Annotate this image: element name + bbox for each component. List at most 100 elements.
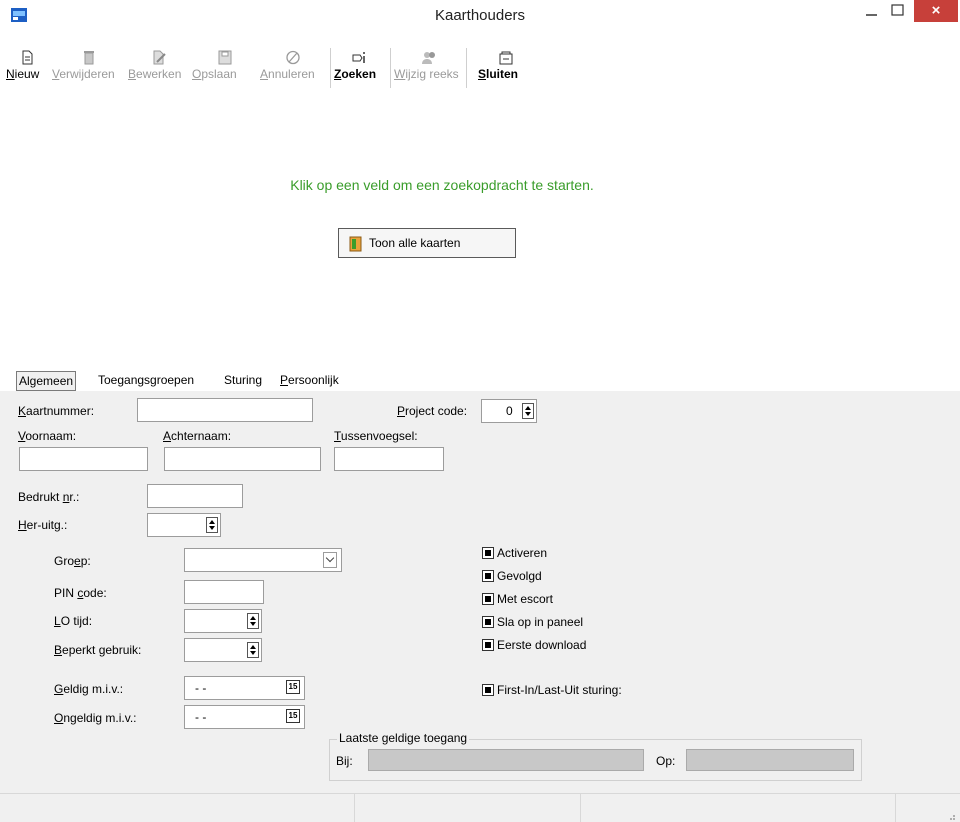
annuleren-button[interactable]: Annuleren [260, 44, 326, 90]
wijzig-reeks-label: ijzig reeks [405, 67, 459, 81]
calendar-icon[interactable]: 15 [286, 680, 300, 694]
tab-persoonlijk[interactable]: Persoonlijk [278, 371, 341, 391]
bedrukt-nr-label: Bedrukt nr.: [18, 490, 80, 504]
tussenvoegsel-field[interactable] [334, 447, 444, 471]
achternaam-field[interactable] [164, 447, 321, 471]
delete-icon [81, 50, 97, 65]
op-field [686, 749, 854, 771]
laatste-toegang-title: Laatste geldige toegang [337, 731, 470, 745]
users-icon [421, 50, 437, 65]
show-all-cards-button[interactable]: Toon alle kaarten [338, 228, 516, 258]
her-uitg-label: Her-uitg.: [18, 518, 68, 532]
title-bar: Kaarthouders × [0, 0, 960, 32]
eerste-download-label: Eerste download [497, 638, 587, 652]
kaartnummer-field[interactable] [137, 398, 313, 422]
cards-icon [349, 236, 362, 252]
met-escort-label: Met escort [497, 592, 554, 606]
project-code-field[interactable]: 0 [481, 399, 537, 423]
status-bar [0, 793, 960, 822]
nieuw-accel: N [6, 67, 15, 81]
persoonlijk-label: ersoonlijk [288, 373, 339, 387]
op-label: Op: [656, 754, 676, 768]
search-instruction: Klik op een veld om een zoekopdracht te … [290, 177, 594, 193]
lo-tijd-spinner-icon[interactable] [247, 613, 259, 629]
her-uitg-spinner-icon[interactable] [206, 517, 218, 533]
voornaam-field[interactable] [19, 447, 148, 471]
lo-tijd-field[interactable] [184, 609, 262, 633]
save-icon [217, 50, 233, 65]
tussenvoegsel-label: Tussenvoegsel: [334, 429, 418, 443]
sluiten-label: luiten [486, 67, 519, 81]
first-in-last-uit-label: First-In/Last-Uit sturing: [497, 683, 622, 697]
ongeldig-miv-label: Ongeldig m.i.v.: [54, 711, 137, 725]
laatste-toegang-group: Bij: Op: [329, 739, 862, 781]
minimize-button[interactable] [862, 2, 882, 22]
annuleren-accel: A [260, 67, 269, 81]
annuleren-label: nnuleren [268, 67, 315, 81]
calendar-icon[interactable]: 15 [286, 709, 300, 723]
eerste-download-checkbox[interactable] [482, 639, 494, 651]
pin-code-label: PIN code: [54, 586, 107, 600]
lo-tijd-label: LO tijd: [54, 614, 93, 628]
status-separator [895, 794, 896, 822]
ongeldig-miv-value: - - [195, 710, 207, 724]
activeren-label: Activeren [497, 546, 548, 560]
sluiten-accel: S [478, 67, 487, 81]
activeren-checkbox[interactable] [482, 547, 494, 559]
toolbar-separator [330, 48, 331, 88]
groep-label: Groep: [54, 554, 91, 568]
chevron-down-icon[interactable] [323, 552, 337, 568]
persoonlijk-accel: P [280, 373, 289, 387]
ongeldig-miv-field[interactable]: - - 15 [184, 705, 305, 729]
kaartnummer-label: Kaartnummer: [18, 404, 95, 418]
beperkt-gebruik-spinner-icon[interactable] [247, 642, 259, 658]
project-code-label: Project code: [397, 404, 468, 418]
verwijderen-label: erwijderen [59, 67, 115, 81]
search-icon [352, 50, 368, 65]
wijzig-reeks-accel: W [394, 67, 406, 81]
sla-op-in-paneel-checkbox[interactable] [482, 616, 494, 628]
bewerken-label: ewerken [136, 67, 182, 81]
sluiten-button[interactable]: Sluiten [478, 44, 534, 90]
gevolgd-label: Gevolgd [497, 569, 542, 583]
bewerken-button[interactable]: Bewerken [128, 44, 190, 90]
her-uitg-field[interactable] [147, 513, 221, 537]
geldig-miv-value: - - [195, 681, 207, 695]
resize-grip-icon[interactable] [946, 810, 956, 822]
bewerken-accel: B [128, 67, 137, 81]
cancel-icon [285, 50, 301, 65]
bedrukt-nr-field[interactable] [147, 484, 243, 508]
gevolgd-checkbox[interactable] [482, 570, 494, 582]
tab-sturing[interactable]: Sturing [222, 371, 264, 391]
toolbar-separator [390, 48, 391, 88]
beperkt-gebruik-field[interactable] [184, 638, 262, 662]
tab-toegangsgroepen[interactable]: Toegangsgroepen [96, 371, 196, 391]
maximize-button[interactable] [886, 2, 910, 22]
zoeken-button[interactable]: Zoeken [334, 44, 386, 90]
sla-op-in-paneel-label: Sla op in paneel [497, 615, 584, 629]
voornaam-label: Voornaam: [18, 429, 77, 443]
achternaam-label: Achternaam: [163, 429, 232, 443]
met-escort-checkbox[interactable] [482, 593, 494, 605]
show-all-cards-label: Toon alle kaarten [369, 236, 461, 250]
close-button[interactable]: × [914, 0, 958, 22]
wijzig-reeks-button[interactable]: Wijzig reeks [394, 44, 464, 90]
edit-icon [151, 50, 167, 65]
pin-code-field[interactable] [184, 580, 264, 604]
status-separator [354, 794, 355, 822]
zoeken-label: oeken [341, 67, 377, 81]
first-in-last-uit-checkbox[interactable] [482, 684, 494, 696]
verwijderen-button[interactable]: Verwijderen [52, 44, 126, 90]
nieuw-button[interactable]: Nieuw [6, 44, 48, 90]
nieuw-label: ieuw [14, 67, 40, 81]
toolbar-separator [466, 48, 467, 88]
project-code-spinner-icon[interactable] [522, 403, 534, 419]
geldig-miv-field[interactable]: - - 15 [184, 676, 305, 700]
bij-field [368, 749, 644, 771]
opslaan-button[interactable]: Opslaan [192, 44, 258, 90]
status-separator [580, 794, 581, 822]
tab-algemeen[interactable]: Algemeen [16, 371, 77, 391]
groep-select[interactable] [184, 548, 342, 572]
beperkt-gebruik-label: Beperkt gebruik: [54, 643, 142, 657]
opslaan-label: pslaan [201, 67, 237, 81]
